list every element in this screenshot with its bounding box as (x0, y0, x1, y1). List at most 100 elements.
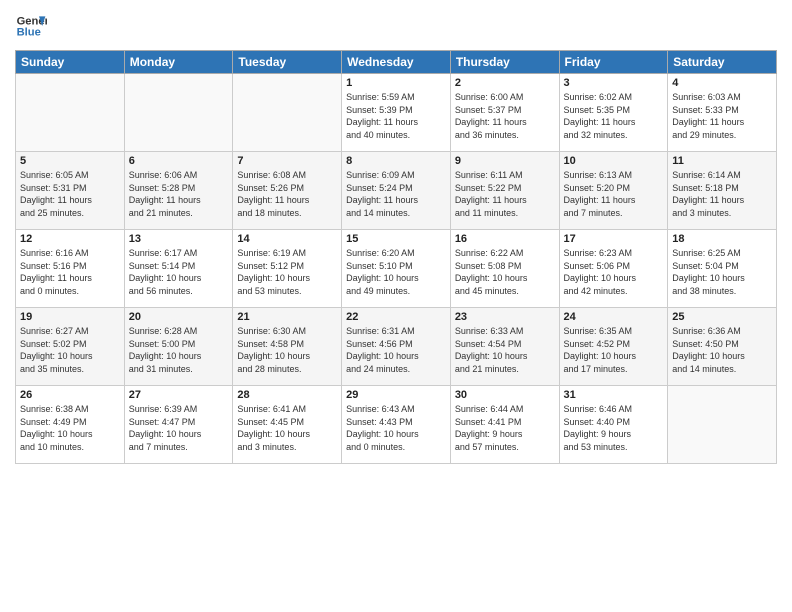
day-number: 6 (129, 155, 229, 167)
day-number: 3 (564, 77, 664, 89)
calendar-cell: 24Sunrise: 6:35 AM Sunset: 4:52 PM Dayli… (559, 308, 668, 386)
calendar-table: SundayMondayTuesdayWednesdayThursdayFrid… (15, 50, 777, 464)
calendar-cell: 19 Sunrise: 6:27 AM Sunset: 5:02 PM Dayli… (16, 308, 125, 386)
day-number: 26 (20, 389, 120, 401)
day-number: 30 (455, 389, 555, 401)
calendar-cell: 17 Sunrise: 6:23 AM Sunset: 5:06 PM Dayli… (559, 230, 668, 308)
calendar-cell: 28Sunrise: 6:41 AM Sunset: 4:45 PM Dayli… (233, 386, 342, 464)
day-info: Sunrise: 6:22 AM Sunset: 5:08 PM Dayligh… (455, 247, 555, 297)
day-number: 1 (346, 77, 446, 89)
day-info: Sunrise: 5:59 AM Sunset: 5:39 PM Dayligh… (346, 91, 446, 141)
day-info: Sunrise: 6:08 AM Sunset: 5:26 PM Dayligh… (237, 169, 337, 219)
logo-icon: General Blue (15, 10, 47, 42)
day-info: Sunrise: 6:39 AM Sunset: 4:47 PM Dayligh… (129, 403, 229, 453)
day-number: 19 (20, 311, 120, 323)
day-number: 17 (564, 233, 664, 245)
calendar-cell: 15 Sunrise: 6:20 AM Sunset: 5:10 PM Dayli… (342, 230, 451, 308)
day-info: Sunrise: 6:43 AM Sunset: 4:43 PM Dayligh… (346, 403, 446, 453)
logo: General Blue (15, 10, 51, 42)
day-number: 11 (672, 155, 772, 167)
day-number: 21 (237, 311, 337, 323)
day-info: Sunrise: 6:46 AM Sunset: 4:40 PM Dayligh… (564, 403, 664, 453)
calendar-cell: 2 Sunrise: 6:00 AM Sunset: 5:37 PM Daylig… (450, 74, 559, 152)
calendar-cell: 29Sunrise: 6:43 AM Sunset: 4:43 PM Dayli… (342, 386, 451, 464)
calendar-cell (124, 74, 233, 152)
day-number: 15 (346, 233, 446, 245)
col-header-monday: Monday (124, 51, 233, 74)
calendar-cell: 27 Sunrise: 6:39 AM Sunset: 4:47 PM Dayli… (124, 386, 233, 464)
calendar-cell: 4 Sunrise: 6:03 AM Sunset: 5:33 PM Daylig… (668, 74, 777, 152)
calendar-cell: 3 Sunrise: 6:02 AM Sunset: 5:35 PM Daylig… (559, 74, 668, 152)
calendar-cell: 13 Sunrise: 6:17 AM Sunset: 5:14 PM Dayli… (124, 230, 233, 308)
day-info: Sunrise: 6:23 AM Sunset: 5:06 PM Dayligh… (564, 247, 664, 297)
col-header-saturday: Saturday (668, 51, 777, 74)
day-info: Sunrise: 6:17 AM Sunset: 5:14 PM Dayligh… (129, 247, 229, 297)
day-number: 24 (564, 311, 664, 323)
day-number: 20 (129, 311, 229, 323)
calendar-cell: 8 Sunrise: 6:09 AM Sunset: 5:24 PM Daylig… (342, 152, 451, 230)
day-number: 9 (455, 155, 555, 167)
day-number: 12 (20, 233, 120, 245)
day-info: Sunrise: 6:00 AM Sunset: 5:37 PM Dayligh… (455, 91, 555, 141)
col-header-friday: Friday (559, 51, 668, 74)
day-info: Sunrise: 6:33 AM Sunset: 4:54 PM Dayligh… (455, 325, 555, 375)
calendar-cell: 31 Sunrise: 6:46 AM Sunset: 4:40 PM Dayli… (559, 386, 668, 464)
svg-text:Blue: Blue (17, 27, 41, 39)
day-number: 14 (237, 233, 337, 245)
day-number: 22 (346, 311, 446, 323)
day-info: Sunrise: 6:14 AM Sunset: 5:18 PM Dayligh… (672, 169, 772, 219)
day-number: 8 (346, 155, 446, 167)
calendar-cell: 12 Sunrise: 6:16 AM Sunset: 5:16 PM Dayli… (16, 230, 125, 308)
calendar-cell (233, 74, 342, 152)
calendar-cell: 20 Sunrise: 6:28 AM Sunset: 5:00 PM Dayli… (124, 308, 233, 386)
day-info: Sunrise: 6:16 AM Sunset: 5:16 PM Dayligh… (20, 247, 120, 297)
day-info: Sunrise: 6:02 AM Sunset: 5:35 PM Dayligh… (564, 91, 664, 141)
calendar-cell: 11 Sunrise: 6:14 AM Sunset: 5:18 PM Dayli… (668, 152, 777, 230)
calendar-cell: 30 Sunrise: 6:44 AM Sunset: 4:41 PM Dayli… (450, 386, 559, 464)
calendar-cell: 9Sunrise: 6:11 AM Sunset: 5:22 PM Daylig… (450, 152, 559, 230)
col-header-sunday: Sunday (16, 51, 125, 74)
calendar-week-5: 26 Sunrise: 6:38 AM Sunset: 4:49 PM Dayli… (16, 386, 777, 464)
day-info: Sunrise: 6:44 AM Sunset: 4:41 PM Dayligh… (455, 403, 555, 453)
calendar-cell (668, 386, 777, 464)
day-number: 23 (455, 311, 555, 323)
day-info: Sunrise: 6:27 AM Sunset: 5:02 PM Dayligh… (20, 325, 120, 375)
calendar-cell: 16 Sunrise: 6:22 AM Sunset: 5:08 PM Dayli… (450, 230, 559, 308)
calendar-week-1: 1 Sunrise: 5:59 AM Sunset: 5:39 PM Daylig… (16, 74, 777, 152)
day-number: 25 (672, 311, 772, 323)
calendar-cell: 18Sunrise: 6:25 AM Sunset: 5:04 PM Dayli… (668, 230, 777, 308)
day-info: Sunrise: 6:20 AM Sunset: 5:10 PM Dayligh… (346, 247, 446, 297)
calendar-cell: 1 Sunrise: 5:59 AM Sunset: 5:39 PM Daylig… (342, 74, 451, 152)
day-info: Sunrise: 6:19 AM Sunset: 5:12 PM Dayligh… (237, 247, 337, 297)
day-info: Sunrise: 6:06 AM Sunset: 5:28 PM Dayligh… (129, 169, 229, 219)
day-number: 5 (20, 155, 120, 167)
day-info: Sunrise: 6:30 AM Sunset: 4:58 PM Dayligh… (237, 325, 337, 375)
day-info: Sunrise: 6:31 AM Sunset: 4:56 PM Dayligh… (346, 325, 446, 375)
day-number: 2 (455, 77, 555, 89)
col-header-wednesday: Wednesday (342, 51, 451, 74)
calendar-cell: 7 Sunrise: 6:08 AM Sunset: 5:26 PM Daylig… (233, 152, 342, 230)
calendar-cell: 26 Sunrise: 6:38 AM Sunset: 4:49 PM Dayli… (16, 386, 125, 464)
day-info: Sunrise: 6:09 AM Sunset: 5:24 PM Dayligh… (346, 169, 446, 219)
day-info: Sunrise: 6:41 AM Sunset: 4:45 PM Dayligh… (237, 403, 337, 453)
calendar-cell: 5 Sunrise: 6:05 AM Sunset: 5:31 PM Daylig… (16, 152, 125, 230)
calendar-header-row: SundayMondayTuesdayWednesdayThursdayFrid… (16, 51, 777, 74)
day-info: Sunrise: 6:38 AM Sunset: 4:49 PM Dayligh… (20, 403, 120, 453)
day-info: Sunrise: 6:05 AM Sunset: 5:31 PM Dayligh… (20, 169, 120, 219)
day-number: 4 (672, 77, 772, 89)
day-info: Sunrise: 6:28 AM Sunset: 5:00 PM Dayligh… (129, 325, 229, 375)
day-number: 13 (129, 233, 229, 245)
day-number: 16 (455, 233, 555, 245)
calendar-cell: 21 Sunrise: 6:30 AM Sunset: 4:58 PM Dayli… (233, 308, 342, 386)
calendar-cell: 23 Sunrise: 6:33 AM Sunset: 4:54 PM Dayli… (450, 308, 559, 386)
calendar-week-2: 5 Sunrise: 6:05 AM Sunset: 5:31 PM Daylig… (16, 152, 777, 230)
day-number: 18 (672, 233, 772, 245)
day-number: 31 (564, 389, 664, 401)
day-info: Sunrise: 6:03 AM Sunset: 5:33 PM Dayligh… (672, 91, 772, 141)
calendar-cell: 10Sunrise: 6:13 AM Sunset: 5:20 PM Dayli… (559, 152, 668, 230)
day-number: 7 (237, 155, 337, 167)
day-number: 27 (129, 389, 229, 401)
col-header-thursday: Thursday (450, 51, 559, 74)
day-info: Sunrise: 6:13 AM Sunset: 5:20 PM Dayligh… (564, 169, 664, 219)
col-header-tuesday: Tuesday (233, 51, 342, 74)
